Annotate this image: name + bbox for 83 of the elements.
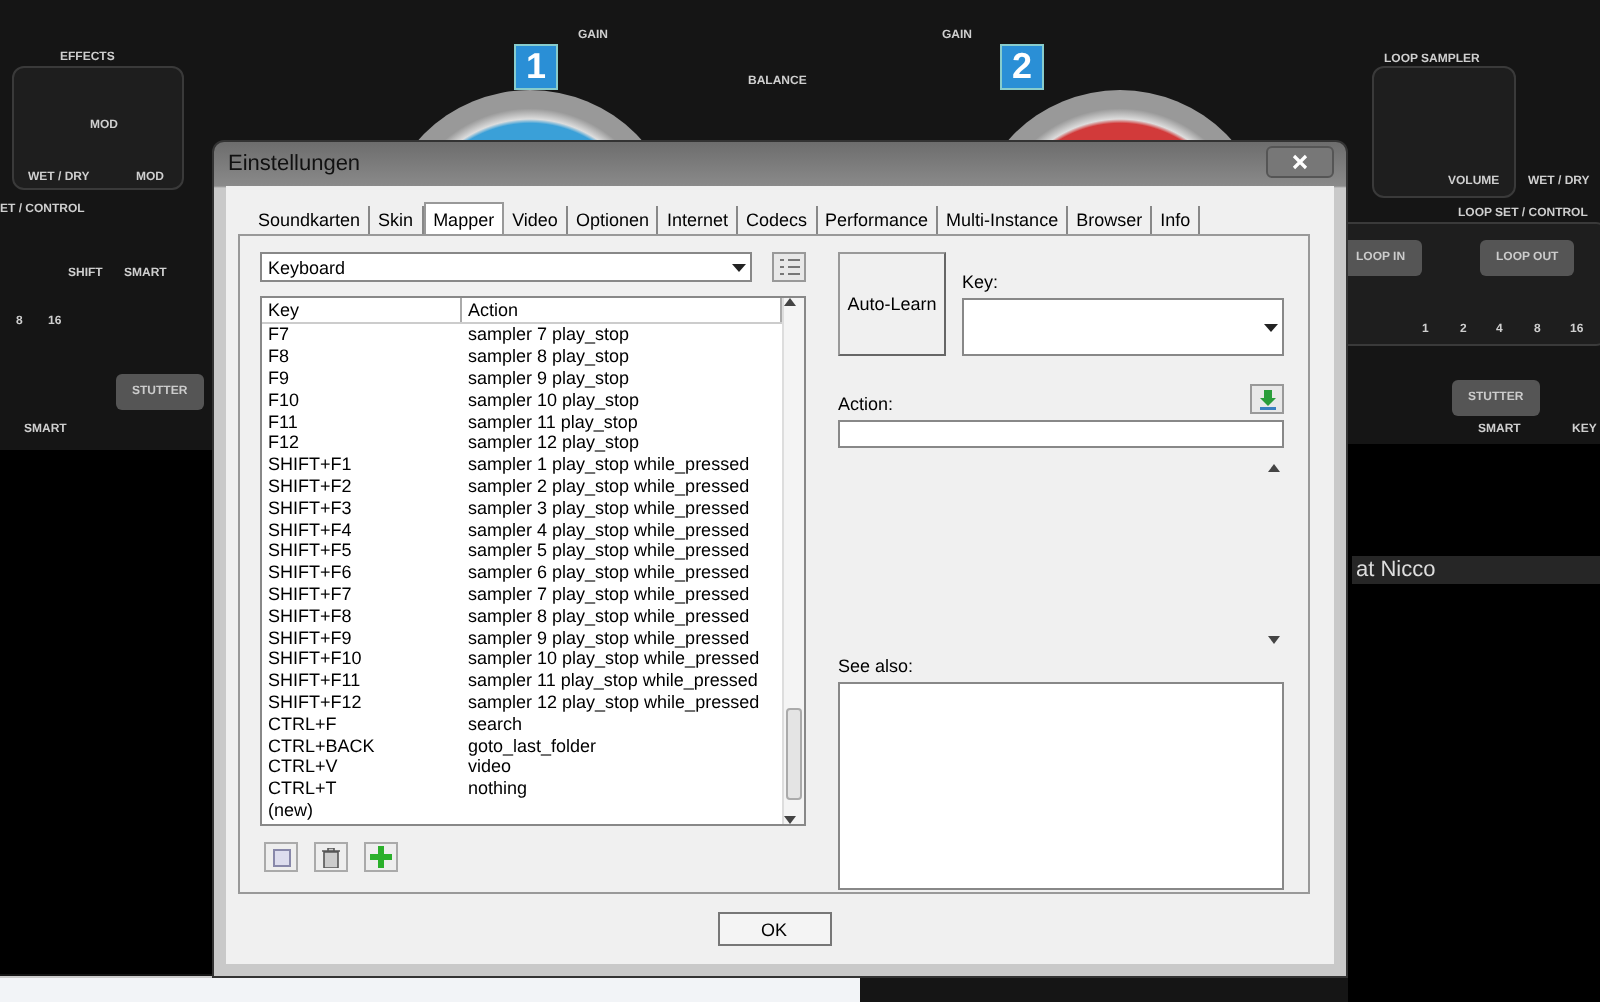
key-cell[interactable]: CTRL+F	[262, 713, 462, 734]
action-cell[interactable]: sampler 8 play_stop while_pressed	[462, 605, 782, 626]
key-cell[interactable]: CTRL+V	[262, 756, 462, 777]
action-cell[interactable]: sampler 10 play_stop while_pressed	[462, 648, 782, 669]
key-cell[interactable]: SHIFT+F7	[262, 583, 462, 604]
action-cell[interactable]: sampler 5 play_stop while_pressed	[462, 540, 782, 561]
key-cell[interactable]: CTRL+T	[262, 778, 462, 799]
action-cell[interactable]: sampler 9 play_stop while_pressed	[462, 627, 782, 648]
action-cell[interactable]: sampler 11 play_stop	[462, 411, 782, 432]
plus-icon	[370, 846, 392, 868]
key-cell[interactable]: CTRL+BACK	[262, 735, 462, 756]
key-cell[interactable]: SHIFT+F4	[262, 519, 462, 540]
key-cell[interactable]: F9	[262, 367, 462, 388]
delete-button[interactable]	[314, 842, 348, 872]
key-dropdown[interactable]	[962, 298, 1284, 356]
add-button[interactable]	[364, 842, 398, 872]
key-cell[interactable]: (new)	[262, 799, 462, 820]
tab[interactable]: Mapper	[423, 202, 505, 234]
action-label: Action:	[838, 394, 894, 414]
key-cell[interactable]: SHIFT+F5	[262, 540, 462, 561]
close-icon	[1292, 154, 1308, 170]
ok-button[interactable]: OK	[717, 912, 831, 946]
auto-learn-button[interactable]: Auto-Learn	[838, 252, 946, 356]
scroll-down-icon[interactable]	[784, 816, 796, 824]
action-cell[interactable]: sampler 10 play_stop	[462, 389, 782, 410]
action-cell[interactable]: sampler 3 play_stop while_pressed	[462, 497, 782, 518]
loop-sampler-panel	[1372, 66, 1516, 198]
see-also-label: See also:	[838, 656, 916, 676]
action-cell[interactable]: sampler 4 play_stop while_pressed	[462, 519, 782, 540]
trash-icon	[322, 847, 340, 867]
track-row[interactable]: at Nicco	[1352, 556, 1600, 584]
action-cell[interactable]: sampler 6 play_stop while_pressed	[462, 562, 782, 583]
action-cell[interactable]: sampler 12 play_stop while_pressed	[462, 691, 782, 712]
key-cell[interactable]: F11	[262, 411, 462, 432]
scroll-thumb[interactable]	[786, 708, 802, 800]
scroll-down-icon[interactable]	[1268, 636, 1280, 644]
list-view-button[interactable]	[772, 252, 806, 282]
scroll-up-icon[interactable]	[784, 298, 796, 306]
key-cell[interactable]: F10	[262, 389, 462, 410]
page-icon	[271, 847, 291, 867]
key-cell[interactable]: SHIFT+F9	[262, 627, 462, 648]
action-cell[interactable]: nothing	[462, 778, 782, 799]
see-also-field[interactable]	[838, 682, 1284, 890]
scroll-up-icon[interactable]	[1268, 464, 1280, 472]
deck-number: 1	[514, 44, 559, 90]
key-cell[interactable]: F12	[262, 432, 462, 453]
key-cell[interactable]: SHIFT+F1	[262, 454, 462, 475]
deck-number: 2	[1000, 44, 1045, 90]
action-cell[interactable]: sampler 1 play_stop while_pressed	[462, 454, 782, 475]
key-cell[interactable]: SHIFT+F10	[262, 648, 462, 669]
key-cell[interactable]: F8	[262, 346, 462, 367]
device-dropdown[interactable]: Keyboard	[260, 252, 752, 282]
action-cell[interactable]: sampler 9 play_stop	[462, 367, 782, 388]
key-cell[interactable]: SHIFT+F12	[262, 691, 462, 712]
edit-button[interactable]	[264, 842, 298, 872]
download-icon	[1257, 389, 1277, 409]
scrollbar[interactable]	[782, 298, 804, 824]
column-header[interactable]: Key	[262, 298, 462, 322]
action-cell[interactable]: sampler 12 play_stop	[462, 432, 782, 453]
action-cell[interactable]: sampler 2 play_stop while_pressed	[462, 475, 782, 496]
dropdown-arrow-icon	[1264, 323, 1278, 331]
key-cell[interactable]: F7	[262, 324, 462, 345]
action-cell[interactable]: sampler 7 play_stop while_pressed	[462, 583, 782, 604]
key-cell[interactable]: SHIFT+F8	[262, 605, 462, 626]
window-title: Einstellungen	[226, 152, 361, 176]
action-cell[interactable]: sampler 7 play_stop	[462, 324, 782, 345]
action-cell[interactable]: sampler 8 play_stop	[462, 346, 782, 367]
action-cell[interactable]: search	[462, 713, 782, 734]
dropdown-arrow-icon	[732, 263, 746, 271]
action-cell[interactable]: sampler 11 play_stop while_pressed	[462, 670, 782, 691]
key-label: Key:	[962, 272, 1001, 292]
key-cell[interactable]: SHIFT+F2	[262, 475, 462, 496]
key-cell[interactable]: SHIFT+F3	[262, 497, 462, 518]
action-cell[interactable]: goto_last_folder	[462, 735, 782, 756]
scrollbar[interactable]	[0, 976, 860, 1002]
close-button[interactable]	[1266, 146, 1334, 178]
action-cell[interactable]: video	[462, 756, 782, 777]
list-icon	[779, 258, 799, 276]
download-button[interactable]	[1250, 384, 1284, 414]
key-cell[interactable]: SHIFT+F6	[262, 562, 462, 583]
key-cell[interactable]: SHIFT+F11	[262, 670, 462, 691]
scrollbar[interactable]	[1264, 464, 1284, 644]
action-field[interactable]	[838, 420, 1284, 448]
